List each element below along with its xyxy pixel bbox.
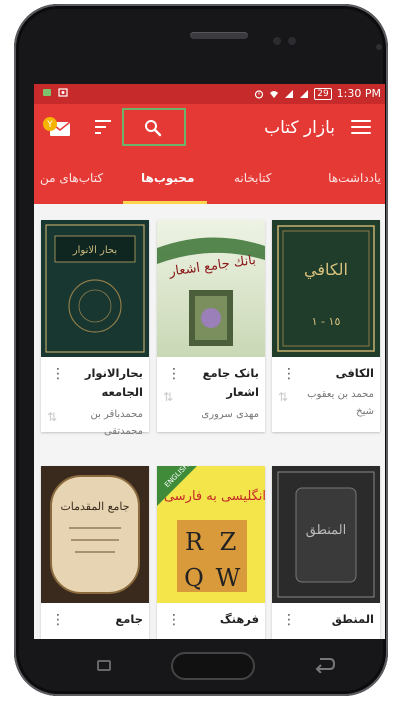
- book-author: مهدی سروری: [201, 409, 259, 420]
- front-camera: [273, 37, 281, 45]
- book-author: محمد بن يعقوب شيخ: [307, 389, 374, 417]
- cover-title: المنطق: [306, 523, 347, 538]
- book-title: بانک جامع اشعار: [202, 366, 259, 399]
- back-icon[interactable]: [314, 655, 336, 673]
- proximity-sensor: [288, 37, 296, 45]
- book-cover-image: بحار الانوار: [41, 220, 149, 357]
- download-icon[interactable]: ⇅: [278, 390, 288, 404]
- book-title: بحارالانوار الجامعه: [84, 366, 143, 399]
- book-author: محمدباقر بن محمدتقی: [90, 409, 143, 437]
- tab-bar: یادداشت‌ها کتابخانه محبوب‌ها کتاب‌های من: [34, 154, 385, 204]
- book-cover-image: الكافي ١٥ - ١: [272, 220, 380, 357]
- recent-apps-icon[interactable]: [97, 660, 111, 671]
- book-title: المنطق: [331, 612, 374, 626]
- book-title: فرهنگ: [219, 612, 259, 626]
- cover-letter: Z: [220, 528, 237, 556]
- home-button[interactable]: [171, 652, 255, 680]
- book-card-al-kafi[interactable]: الكافي ١٥ - ١ ⋮ الکافی محمد بن يعقوب شيخ…: [272, 220, 380, 432]
- status-time: 1:30 PM: [336, 87, 381, 100]
- cover-letter: R: [185, 528, 204, 556]
- app-title: بازار کتاب: [264, 118, 335, 138]
- book-grid: الكافي ١٥ - ١ ⋮ الکافی محمد بن يعقوب شيخ…: [34, 204, 385, 639]
- app-notification-icon: [43, 89, 51, 96]
- tab-favorites[interactable]: محبوب‌ها: [141, 171, 194, 185]
- download-icon[interactable]: ⇅: [47, 410, 57, 424]
- alarm-icon: [255, 89, 264, 99]
- light-sensor: [376, 44, 382, 50]
- book-title: جامع: [115, 612, 143, 626]
- hardware-nav-bar: [34, 642, 385, 692]
- book-cover-image: ENGLISH انگلیسی به فارسی R Z Q W: [157, 466, 265, 603]
- wifi-icon: [270, 90, 279, 98]
- cover-letter: W: [216, 564, 241, 592]
- book-card-farhang[interactable]: ENGLISH انگلیسی به فارسی R Z Q W ⋮ فرهنگ: [157, 466, 265, 639]
- status-bar: 29 1:30 PM: [34, 84, 385, 104]
- messages-icon[interactable]: Y: [42, 116, 72, 140]
- book-card-jame[interactable]: جامع المقدمات ⋮ جامع: [41, 466, 149, 639]
- signal-icon-2: [300, 89, 309, 98]
- cover-title: الكافي: [304, 260, 348, 279]
- search-button[interactable]: [122, 108, 186, 146]
- cover-title: بحار الانوار: [72, 245, 117, 256]
- notification-badge: Y: [46, 120, 53, 130]
- gallery-notification-icon: [58, 88, 68, 97]
- cover-title: انگلیسی به فارسی: [164, 488, 265, 504]
- earpiece-speaker: [190, 32, 248, 39]
- book-cover-image: جامع المقدمات: [41, 466, 149, 603]
- app-bar: Y بازار کتاب: [34, 104, 385, 154]
- cover-letter: Q: [184, 564, 204, 592]
- book-title: الکافی: [335, 366, 374, 380]
- sort-icon[interactable]: [95, 120, 111, 138]
- battery-indicator: 29: [314, 87, 332, 100]
- book-cover-image: بانك جامع اشعار: [157, 220, 265, 357]
- tab-library[interactable]: کتابخانه: [234, 171, 272, 185]
- book-card-bihar-al-anwar[interactable]: بحار الانوار ⋮ بحارالانوار الجامعه محمدب…: [41, 220, 149, 437]
- tab-my-books[interactable]: کتاب‌های من: [40, 171, 103, 185]
- cover-volume: ١٥ - ١: [312, 315, 341, 328]
- book-card-bank-jame-ashaar[interactable]: بانك جامع اشعار ⋮ بانک جامع اشعار مهدی س…: [157, 220, 265, 432]
- book-cover-image: المنطق: [272, 466, 380, 603]
- signal-icon: [285, 89, 294, 98]
- cover-title: جامع المقدمات: [60, 500, 129, 513]
- search-icon: [145, 120, 162, 137]
- tab-notes[interactable]: یادداشت‌ها: [328, 171, 381, 185]
- download-icon[interactable]: ⇅: [163, 390, 173, 404]
- book-card-al-mantiq[interactable]: المنطق ⋮ المنطق: [272, 466, 380, 639]
- menu-icon[interactable]: [351, 120, 371, 136]
- app-screen: 29 1:30 PM Y بازار کتاب یادداشت‌ها کتابخ…: [34, 84, 385, 639]
